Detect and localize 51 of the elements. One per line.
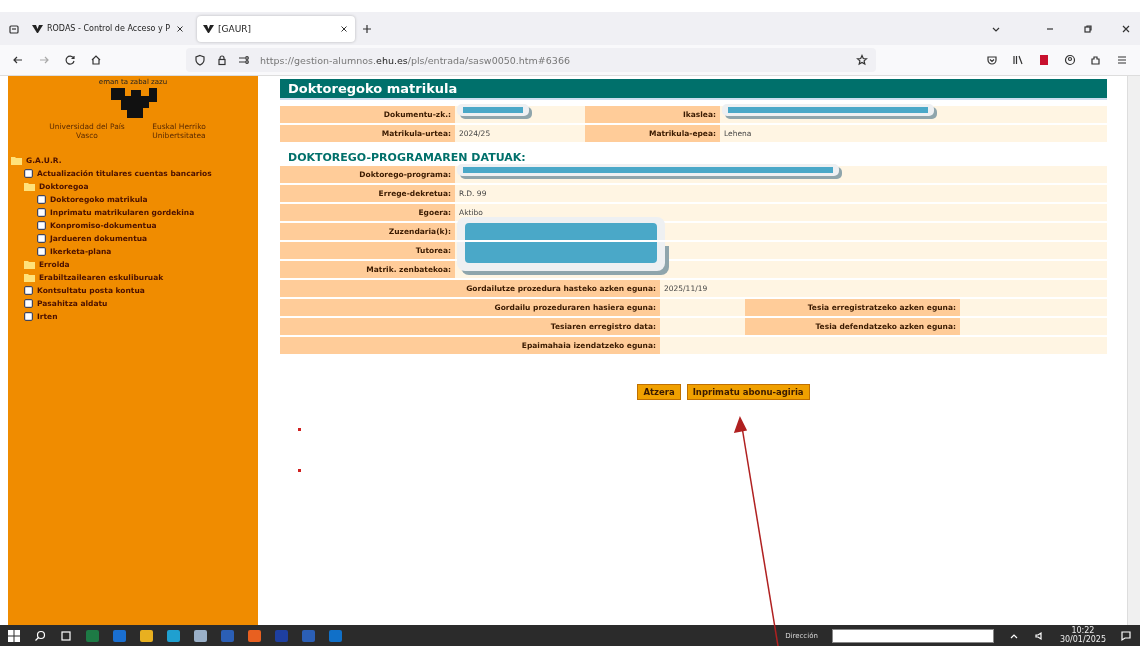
page-icon <box>37 208 46 217</box>
browser-tab[interactable]: [GAUR] <box>197 15 355 42</box>
task-view-icon[interactable] <box>60 629 72 642</box>
clock[interactable]: 10:22 30/01/2025 <box>1059 626 1106 645</box>
library-icon[interactable] <box>1012 54 1024 66</box>
folder-icon <box>11 156 22 165</box>
menu-icon[interactable] <box>1116 54 1128 66</box>
logo-icon <box>203 24 214 33</box>
page-icon <box>24 299 33 308</box>
app-icon[interactable] <box>167 629 180 642</box>
lock-icon[interactable] <box>216 54 228 66</box>
page-icon <box>37 247 46 256</box>
app-icon[interactable] <box>194 629 207 642</box>
permissions-icon[interactable] <box>238 54 250 66</box>
action-button[interactable]: Inprimatu abonu-agiria <box>686 384 810 400</box>
folder-icon <box>24 182 35 191</box>
page-icon <box>37 234 46 243</box>
restore-icon[interactable] <box>1082 22 1094 35</box>
page-icon <box>24 169 33 178</box>
logo-icon <box>32 24 43 33</box>
home-icon[interactable] <box>90 54 102 66</box>
folder-icon <box>24 260 35 269</box>
windows-icon[interactable] <box>8 629 20 642</box>
page-title: Doktoregoko matrikula <box>280 79 1107 100</box>
account-icon[interactable] <box>1064 54 1076 66</box>
extension-icon[interactable] <box>1038 54 1050 66</box>
url-text: https://gestion-alumnos.ehu.es/pls/entrada/sasw0050.htm#6366 <box>260 54 571 66</box>
action-button[interactable]: Atzera <box>637 384 681 400</box>
section-title: DOKTOREGO-PROGRAMAREN DATUAK: <box>288 151 527 164</box>
page-icon <box>24 312 33 321</box>
search-icon[interactable] <box>34 629 46 642</box>
page-icon <box>24 286 33 295</box>
pocket-icon[interactable] <box>986 54 998 66</box>
page-icon <box>37 221 46 230</box>
page-icon <box>37 195 46 204</box>
address-bar[interactable]: https://gestion-alumnos.ehu.es/pls/entrada/sasw0050.htm#6366 <box>186 48 876 72</box>
address-field[interactable] <box>831 628 994 643</box>
shield-icon[interactable] <box>194 54 206 66</box>
notification-icon[interactable] <box>1120 629 1132 642</box>
folder-icon <box>24 273 35 282</box>
extensions-icon[interactable] <box>1090 54 1102 66</box>
redaction-bar <box>457 104 529 116</box>
star-icon[interactable] <box>856 54 868 66</box>
scrollbar[interactable] <box>1127 76 1140 625</box>
app-icon[interactable] <box>140 629 153 642</box>
reload-icon[interactable] <box>64 54 76 66</box>
browser-tab[interactable]: RODAS - Control de Acceso y P <box>26 15 191 42</box>
plus-icon[interactable] <box>361 22 373 35</box>
back-icon[interactable] <box>12 54 24 66</box>
tab-list-icon[interactable] <box>8 22 20 35</box>
app-icon[interactable] <box>248 629 261 642</box>
